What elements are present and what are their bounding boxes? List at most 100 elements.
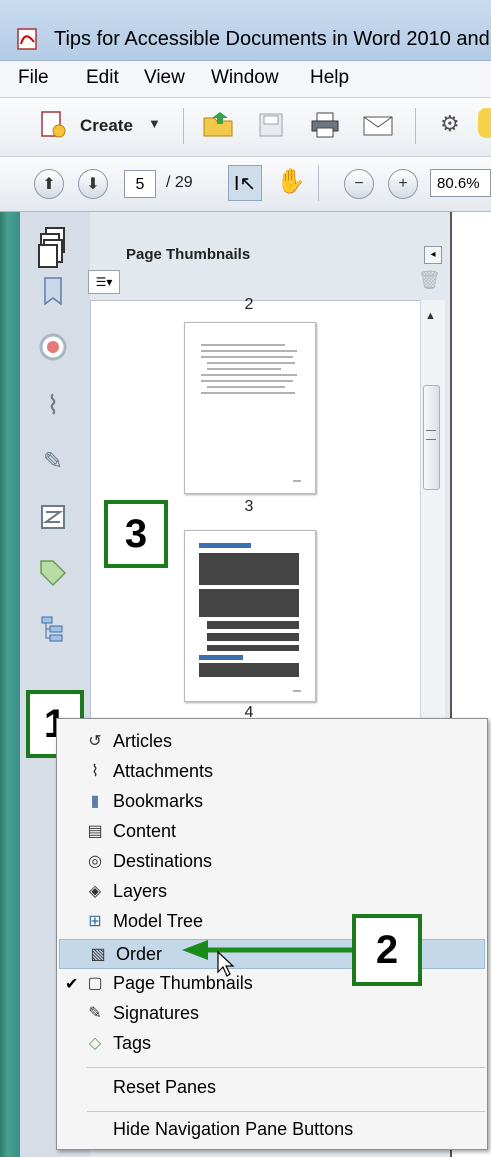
- menu-item-attachments[interactable]: ⌇ Attachments: [57, 757, 487, 787]
- page-thumbnail[interactable]: [184, 530, 316, 702]
- minus-icon: −: [354, 175, 364, 192]
- chevron-left-icon: ◂: [430, 249, 436, 260]
- callout-3: 3: [104, 500, 168, 568]
- signatures-icon: ✎: [88, 1005, 102, 1022]
- toolbar-divider: [183, 108, 184, 144]
- paperclip-icon: ⌇: [91, 763, 99, 780]
- checkmark-icon: ✔: [65, 976, 79, 993]
- navigation-pane-context-menu: ↺ Articles ⌇ Attachments ▮ Bookmarks ▤ C…: [56, 718, 488, 1150]
- hand-tool-icon[interactable]: ✋: [276, 167, 306, 196]
- panel-title: Page Thumbnails: [126, 246, 251, 263]
- next-page-button[interactable]: ⬇: [78, 169, 108, 199]
- model-tree-icon: ⊞: [88, 913, 102, 930]
- mouse-cursor-icon: [217, 950, 235, 977]
- menu-item-label: Destinations: [113, 851, 213, 871]
- menu-item-bookmarks[interactable]: ▮ Bookmarks: [57, 787, 487, 817]
- order-icon[interactable]: [36, 500, 70, 534]
- chevron-down-icon[interactable]: ▼: [148, 116, 161, 131]
- menu-item-model-tree[interactable]: ⊞ Model Tree: [57, 907, 487, 937]
- menu-item-label: Hide Navigation Pane Buttons: [113, 1119, 354, 1139]
- menu-item-label: Articles: [113, 731, 173, 751]
- destinations-icon: ◎: [88, 853, 102, 870]
- callout-arrow: [182, 940, 352, 960]
- window-title: Tips for Accessible Documents in Word 20…: [54, 28, 490, 50]
- open-folder-icon[interactable]: [202, 110, 236, 140]
- signatures-icon[interactable]: ✎: [36, 444, 70, 478]
- menu-item-label: Content: [113, 821, 177, 841]
- destinations-icon[interactable]: [36, 330, 70, 364]
- menu-window[interactable]: Window: [211, 67, 279, 89]
- toolbar-divider: [318, 165, 319, 201]
- menu-file[interactable]: File: [18, 67, 49, 89]
- menu-help[interactable]: Help: [310, 67, 349, 89]
- menu-item-page-thumbnails[interactable]: ✔ ▢ Page Thumbnails: [57, 969, 487, 999]
- panel-page-icon: [36, 238, 66, 273]
- thumbnail-label: 3: [244, 498, 254, 515]
- tags-icon: ◇: [88, 1035, 102, 1052]
- zoom-out-button[interactable]: −: [344, 169, 374, 199]
- menu-item-tags[interactable]: ◇ Tags: [57, 1029, 487, 1059]
- create-pdf-icon[interactable]: [38, 110, 68, 140]
- menu-item-label: Tags: [113, 1033, 152, 1053]
- menu-item-label: Model Tree: [113, 911, 204, 931]
- paperclip-icon[interactable]: ⌇: [36, 388, 70, 422]
- menu-divider: [87, 1067, 485, 1068]
- zoom-level-input[interactable]: 80.6%: [430, 169, 491, 197]
- desktop-background-strip: [0, 212, 20, 1157]
- collapse-panel-button[interactable]: ◂: [424, 246, 442, 264]
- select-tool-button[interactable]: I↖: [228, 165, 262, 201]
- page-thumbnails-icon: ▢: [87, 975, 103, 992]
- zoom-in-button[interactable]: +: [388, 169, 418, 199]
- text-select-cursor-icon: I↖: [233, 172, 257, 195]
- menu-item-label: Order: [116, 944, 163, 964]
- menu-divider: [87, 1111, 485, 1112]
- trash-icon[interactable]: 🗑: [418, 270, 441, 291]
- options-menu-icon: ☰▾: [95, 275, 113, 289]
- plus-icon: +: [398, 175, 408, 192]
- menu-item-hide-nav-buttons[interactable]: Hide Navigation Pane Buttons: [57, 1115, 487, 1145]
- menu-bar: File Edit View Window Help: [0, 61, 491, 98]
- callout-2: 2: [352, 914, 422, 986]
- thumbnail-options-button[interactable]: ☰▾: [88, 270, 120, 294]
- gear-icon[interactable]: ⚙: [440, 111, 460, 137]
- menu-item-label: Layers: [113, 881, 168, 901]
- layers-icon: ◈: [88, 883, 102, 900]
- print-icon[interactable]: [310, 111, 340, 139]
- create-button[interactable]: Create: [80, 116, 133, 136]
- menu-item-signatures[interactable]: ✎ Signatures: [57, 999, 487, 1029]
- arrow-down-icon: ⬇: [86, 176, 100, 193]
- bookmark-icon[interactable]: [36, 274, 70, 308]
- menu-item-label: Reset Panes: [113, 1077, 217, 1097]
- thumbnails-scrollbar[interactable]: [420, 300, 445, 730]
- menu-view[interactable]: View: [144, 67, 185, 89]
- tags-icon[interactable]: [36, 556, 70, 590]
- menu-item-destinations[interactable]: ◎ Destinations: [57, 847, 487, 877]
- email-icon[interactable]: [362, 114, 394, 138]
- main-toolbar: Create ▼ ⚙: [0, 98, 491, 157]
- menu-item-layers[interactable]: ◈ Layers: [57, 877, 487, 907]
- title-bar: Tips for Accessible Documents in Word 20…: [0, 0, 491, 61]
- menu-item-label: Attachments: [113, 761, 214, 781]
- menu-edit[interactable]: Edit: [86, 67, 119, 89]
- toolbar-divider: [415, 108, 416, 144]
- bookmark-icon: ▮: [90, 793, 100, 810]
- articles-icon: ↺: [88, 733, 102, 750]
- comment-icon[interactable]: [478, 108, 491, 138]
- thumbnail-label: 2: [244, 296, 254, 313]
- content-icon: ▤: [87, 823, 103, 840]
- scroll-up-icon[interactable]: ▲: [425, 310, 436, 322]
- page-number-input[interactable]: 5: [124, 170, 156, 198]
- menu-item-reset-panes[interactable]: Reset Panes: [57, 1073, 487, 1103]
- page-thumbnail[interactable]: [184, 322, 316, 494]
- menu-item-content[interactable]: ▤ Content: [57, 817, 487, 847]
- order-icon: ▧: [90, 946, 106, 963]
- pdf-app-icon: [17, 28, 37, 50]
- grip-icon: [426, 430, 436, 440]
- menu-item-articles[interactable]: ↺ Articles: [57, 727, 487, 757]
- page-total: / 29: [166, 174, 193, 191]
- model-tree-icon[interactable]: [36, 612, 70, 646]
- menu-item-label: Signatures: [113, 1003, 200, 1023]
- arrow-up-icon: ⬆: [42, 176, 56, 193]
- previous-page-button[interactable]: ⬆: [34, 169, 64, 199]
- save-icon[interactable]: [258, 112, 284, 138]
